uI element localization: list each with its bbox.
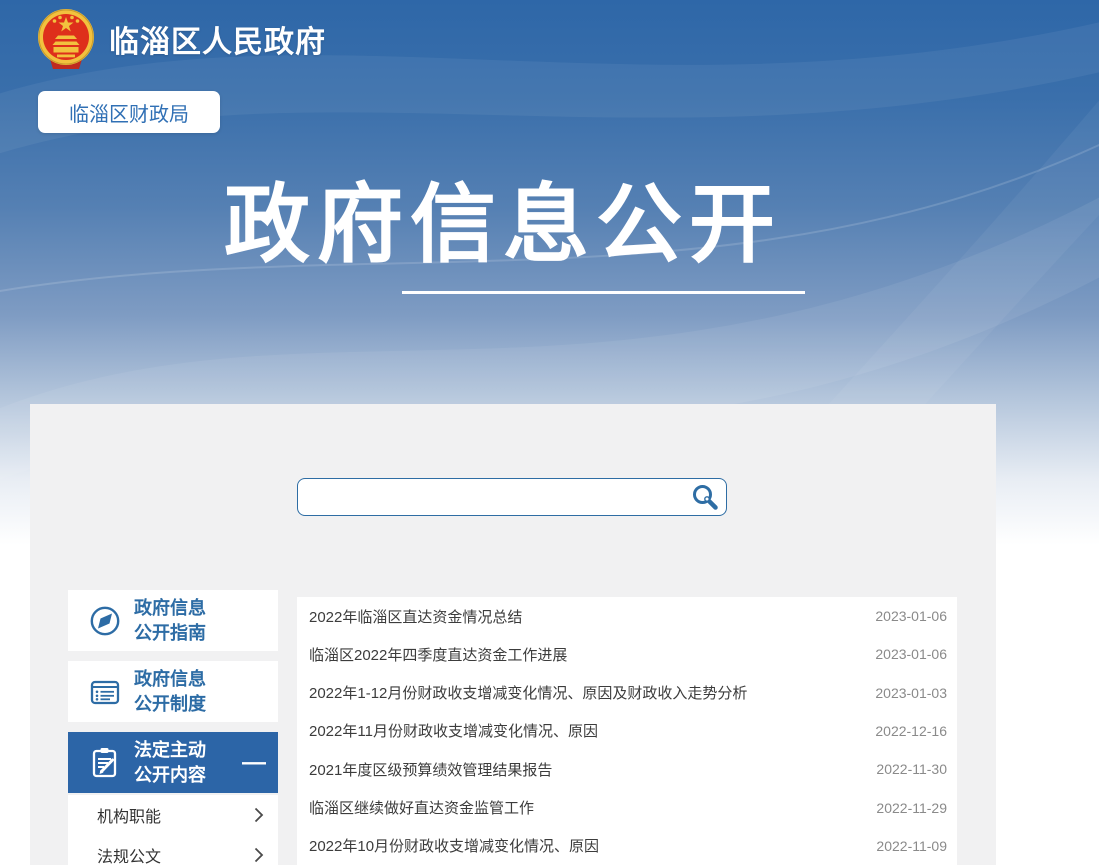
article-title: 2022年11月份财政收支增减变化情况、原因 <box>309 720 598 741</box>
sidebar-item-label: 政府信息 公开制度 <box>134 667 206 717</box>
national-emblem-icon <box>35 8 97 70</box>
submenu-item-org-functions[interactable]: 机构职能 <box>68 795 278 835</box>
submenu-item-regulations[interactable]: 法规公文 <box>68 835 278 865</box>
search-icon <box>690 482 720 512</box>
search-input[interactable] <box>298 479 684 515</box>
sidebar-item-label: 法定主动 公开内容 <box>134 738 206 788</box>
chevron-right-icon <box>254 807 264 823</box>
article-row[interactable]: 2022年11月份财政收支增减变化情况、原因 2022-12-16 <box>297 712 957 750</box>
title-underline <box>402 291 805 294</box>
article-date: 2023-01-06 <box>863 646 947 662</box>
article-row[interactable]: 临淄区2022年四季度直达资金工作进展 2023-01-06 <box>297 635 957 673</box>
sidebar-item-label: 政府信息 公开指南 <box>134 596 206 646</box>
article-title: 2022年1-12月份财政收支增减变化情况、原因及财政收入走势分析 <box>309 682 747 703</box>
article-date: 2023-01-03 <box>863 685 947 701</box>
department-badge-label: 临淄区财政局 <box>69 98 189 127</box>
sidebar-item-statutory-disclosure[interactable]: 法定主动 公开内容 — <box>68 732 278 793</box>
minus-icon: — <box>242 756 266 770</box>
sidebar-submenu: 机构职能 法规公文 <box>68 795 278 865</box>
article-date: 2023-01-06 <box>863 608 947 624</box>
search-button[interactable] <box>684 479 726 515</box>
search-box <box>297 478 727 516</box>
site-logo-link[interactable]: 临淄区人民政府 <box>35 8 326 70</box>
ledger-icon <box>86 674 124 710</box>
article-date: 2022-12-16 <box>863 723 947 739</box>
article-date: 2022-11-09 <box>864 838 947 854</box>
sidebar-item-gov-info-guide[interactable]: 政府信息 公开指南 <box>68 590 278 651</box>
compass-icon <box>86 603 124 639</box>
department-badge[interactable]: 临淄区财政局 <box>38 91 220 133</box>
article-title: 2022年10月份财政收支增减变化情况、原因 <box>309 835 599 856</box>
article-title: 2021年度区级预算绩效管理结果报告 <box>309 759 552 780</box>
clipboard-pencil-icon <box>86 745 124 781</box>
article-row[interactable]: 2022年10月份财政收支增减变化情况、原因 2022-11-09 <box>297 827 957 865</box>
article-title: 2022年临淄区直达资金情况总结 <box>309 606 522 627</box>
article-date: 2022-11-30 <box>864 761 947 777</box>
article-title: 临淄区继续做好直达资金监管工作 <box>309 797 534 818</box>
article-list: 2022年临淄区直达资金情况总结 2023-01-06 临淄区2022年四季度直… <box>297 597 957 865</box>
article-row[interactable]: 2022年临淄区直达资金情况总结 2023-01-06 <box>297 597 957 635</box>
submenu-item-label: 机构职能 <box>97 803 161 827</box>
page: 临淄区人民政府 临淄区财政局 政府信息公开 政府信息 公开指南 <box>0 0 1099 865</box>
sidebar-item-gov-info-system[interactable]: 政府信息 公开制度 <box>68 661 278 722</box>
article-date: 2022-11-29 <box>864 800 947 816</box>
submenu-item-label: 法规公文 <box>97 843 161 865</box>
page-title: 政府信息公开 <box>0 178 1006 273</box>
article-row[interactable]: 临淄区继续做好直达资金监管工作 2022-11-29 <box>297 788 957 826</box>
chevron-right-icon <box>254 847 264 863</box>
article-row[interactable]: 2022年1-12月份财政收支增减变化情况、原因及财政收入走势分析 2023-0… <box>297 674 957 712</box>
article-row[interactable]: 2021年度区级预算绩效管理结果报告 2022-11-30 <box>297 750 957 788</box>
gov-name: 临淄区人民政府 <box>109 17 326 61</box>
article-title: 临淄区2022年四季度直达资金工作进展 <box>309 644 567 665</box>
